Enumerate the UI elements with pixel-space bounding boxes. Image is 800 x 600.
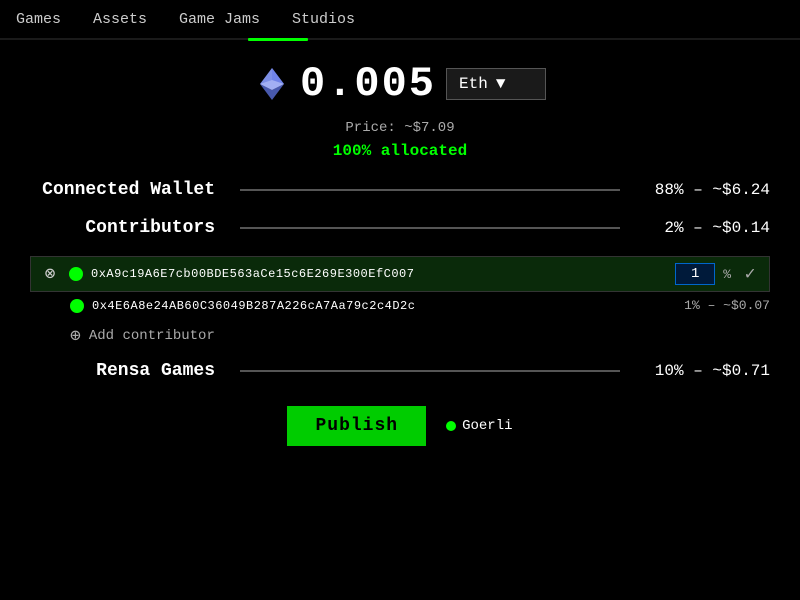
dropdown-arrow-icon: ▼ — [496, 75, 506, 93]
price-display: Price: ~$7.09 — [345, 120, 454, 136]
contributor-1-pct-symbol: % — [723, 267, 731, 282]
connected-wallet-label: Connected Wallet — [30, 180, 230, 200]
network-status-dot — [446, 421, 456, 431]
rensa-games-bar — [240, 370, 620, 372]
nav-item-game-jams[interactable]: Game Jams — [173, 7, 266, 32]
connected-wallet-value: 88% – ~$6.24 — [630, 181, 770, 199]
publish-row: Publish Goerli — [287, 406, 512, 446]
allocation-section: Connected Wallet 88% – ~$6.24 Contributo… — [30, 180, 770, 401]
ethereum-icon — [254, 66, 290, 102]
contributor-1-address: 0xA9c19A6E7cb00BDE563aCe15c6E269E300EfC0… — [91, 267, 667, 281]
confirm-contributor-1-button[interactable]: ✓ — [739, 263, 761, 285]
nav-active-indicator — [248, 38, 308, 41]
nav-item-games[interactable]: Games — [10, 7, 67, 32]
add-contributor-icon: ⊕ — [70, 325, 81, 347]
contributor-1-status-dot — [69, 267, 83, 281]
publish-button[interactable]: Publish — [287, 406, 426, 446]
eth-amount-row: 0.005 Eth ▼ — [254, 60, 546, 108]
connected-wallet-row: Connected Wallet 88% – ~$6.24 — [30, 180, 770, 200]
currency-label: Eth — [459, 75, 488, 93]
contributors-header-row: Contributors 2% – ~$0.14 — [30, 218, 770, 238]
network-name: Goerli — [462, 418, 512, 434]
contributor-2-value: 1% – ~$0.07 — [684, 298, 770, 313]
add-contributor-button[interactable]: ⊕ Add contributor — [70, 325, 770, 347]
connected-wallet-bar — [240, 189, 620, 191]
nav-item-assets[interactable]: Assets — [87, 7, 153, 32]
contributors-list: ⊗ 0xA9c19A6E7cb00BDE563aCe15c6E269E300Ef… — [30, 256, 770, 347]
rensa-games-label: Rensa Games — [30, 361, 230, 381]
nav-bar: Games Assets Game Jams Studios — [0, 0, 800, 40]
nav-item-studios[interactable]: Studios — [286, 7, 361, 32]
contributor-2-status-dot — [70, 299, 84, 313]
add-contributor-label: Add contributor — [89, 328, 215, 344]
rensa-games-row: Rensa Games 10% – ~$0.71 — [30, 361, 770, 381]
remove-contributor-1-button[interactable]: ⊗ — [39, 263, 61, 285]
contributors-value: 2% – ~$0.14 — [630, 219, 770, 237]
contributors-label: Contributors — [30, 218, 230, 238]
contributor-1-pct-input[interactable] — [675, 263, 715, 285]
allocated-status: 100% allocated — [333, 142, 467, 160]
contributor-2-address: 0x4E6A8e24AB60C36049B287A226cA7Aa79c2c4D… — [92, 299, 666, 313]
network-indicator: Goerli — [446, 418, 512, 434]
rensa-games-value: 10% – ~$0.71 — [630, 362, 770, 380]
contributors-bar — [240, 227, 620, 229]
main-content: 0.005 Eth ▼ Price: ~$7.09 100% allocated… — [0, 40, 800, 456]
contributor-row-1: ⊗ 0xA9c19A6E7cb00BDE563aCe15c6E269E300Ef… — [30, 256, 770, 292]
contributor-row-2: 0x4E6A8e24AB60C36049B287A226cA7Aa79c2c4D… — [30, 292, 770, 319]
eth-amount-value: 0.005 — [300, 60, 436, 108]
currency-dropdown[interactable]: Eth ▼ — [446, 68, 546, 100]
